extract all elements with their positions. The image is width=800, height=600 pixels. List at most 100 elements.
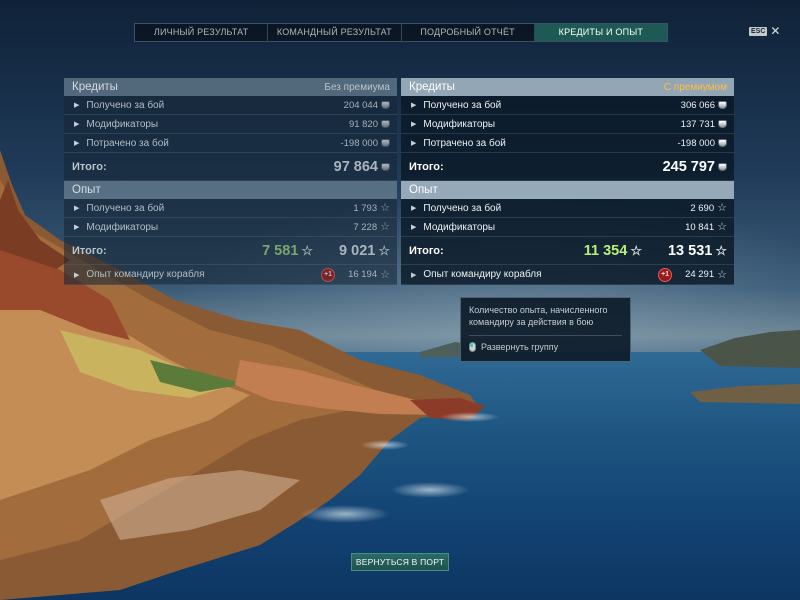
star-icon: ☆ xyxy=(301,242,314,258)
star-icon: ☆ xyxy=(717,268,727,281)
tooltip-divider xyxy=(469,335,622,336)
value-text: 9 021 xyxy=(339,242,376,259)
credits-icon xyxy=(381,139,390,147)
credit-row-modifiers[interactable]: ▶ Модификаторы 137 731 xyxy=(401,115,734,134)
xp-row-earned[interactable]: ▶ Получено за бой 1 793 ☆ xyxy=(64,199,397,218)
credits-header: Кредиты С премиумом xyxy=(401,78,734,96)
xp-row-earned[interactable]: ▶ Получено за бой 2 690 ☆ xyxy=(401,199,734,218)
row-label: Модификаторы xyxy=(423,221,496,233)
value-text: 13 531 xyxy=(667,242,713,259)
xp-row-modifiers[interactable]: ▶ Модификаторы 10 841 ☆ xyxy=(401,218,734,237)
row-value: 306 066 xyxy=(681,100,727,111)
star-icon: ☆ xyxy=(378,242,390,258)
tooltip-expand-hint: Развернуть группу xyxy=(469,342,622,352)
free-xp-total-value: 11 354 ☆ xyxy=(584,243,642,259)
credits-icon xyxy=(381,120,390,128)
value-text: 306 066 xyxy=(680,99,715,111)
triangle-right-icon: ▶ xyxy=(411,121,417,128)
total-label: Итого: xyxy=(409,160,444,173)
esc-close-button[interactable]: ESC ✕ xyxy=(749,25,780,37)
value-text: 137 731 xyxy=(680,118,715,130)
star-icon: ☆ xyxy=(380,268,390,281)
triangle-right-icon: ▶ xyxy=(411,224,417,231)
panel-without-premium: Кредиты Без премиума ▶ Получено за бой 2… xyxy=(64,78,397,285)
row-value: 204 044 xyxy=(344,100,390,111)
xp-total-value: 9 021 ☆ xyxy=(339,243,390,259)
credits-icon xyxy=(381,101,390,109)
triangle-right-icon: ▶ xyxy=(74,140,80,147)
credits-title: Кредиты xyxy=(72,81,118,93)
value-text: 2 690 xyxy=(690,202,715,214)
triangle-right-icon: ▶ xyxy=(74,205,80,212)
credit-row-spent[interactable]: ▶ Потрачено за бой -198 000 xyxy=(401,134,734,153)
credits-icon xyxy=(718,101,727,109)
premium-status-tag: С премиумом xyxy=(663,81,727,93)
xp-total-row: Итого: 11 354 ☆ 13 531 ☆ xyxy=(401,237,734,265)
credits-icon xyxy=(718,162,727,171)
value-text: 1 793 xyxy=(353,202,378,214)
commander-xp-row[interactable]: ▶ Опыт командиру корабля +1 16 194 ☆ xyxy=(64,265,397,285)
value-text: 16 194 xyxy=(348,269,378,280)
triangle-right-icon: ▶ xyxy=(74,224,80,231)
value-text: 24 291 xyxy=(685,269,715,280)
tooltip-text: Количество опыта, начисленного командиру… xyxy=(469,305,608,327)
value-text: 7 228 xyxy=(353,221,378,233)
xp-total-row: Итого: 7 581 ☆ 9 021 ☆ xyxy=(64,237,397,265)
star-icon: ☆ xyxy=(380,202,390,214)
credits-icon xyxy=(718,139,727,147)
premium-status-tag: Без премиума xyxy=(324,81,390,93)
credits-total-value: 245 797 xyxy=(663,159,727,175)
esc-key-label: ESC xyxy=(749,27,768,36)
xp-title: Опыт xyxy=(72,184,101,196)
commander-xp-row[interactable]: ▶ Опыт командиру корабля +1 24 291 ☆ xyxy=(401,265,734,285)
row-label: Получено за бой xyxy=(423,99,502,111)
row-value: -198 000 xyxy=(677,138,727,149)
row-value: 91 820 xyxy=(349,119,390,130)
credit-row-spent[interactable]: ▶ Потрачено за бой -198 000 xyxy=(64,134,397,153)
xp-header: Опыт xyxy=(401,181,734,199)
credits-total-row: Итого: 245 797 xyxy=(401,153,734,181)
triangle-right-icon: ▶ xyxy=(411,102,417,109)
credits-icon xyxy=(718,120,727,128)
row-label: Модификаторы xyxy=(86,221,159,233)
tab-personal-result[interactable]: ЛИЧНЫЙ РЕЗУЛЬТАТ xyxy=(135,24,269,41)
tab-detailed-report[interactable]: ПОДРОБНЫЙ ОТЧЁТ xyxy=(402,24,535,41)
mouse-icon xyxy=(469,342,476,352)
credit-row-earned[interactable]: ▶ Получено за бой 306 066 xyxy=(401,96,734,115)
credits-total-row: Итого: 97 864 xyxy=(64,153,397,181)
star-icon: ☆ xyxy=(715,242,727,258)
value-text: 7 581 xyxy=(262,242,299,259)
credits-total-value: 97 864 xyxy=(334,159,390,175)
row-label: Потрачено за бой xyxy=(423,137,506,149)
credits-header: Кредиты Без премиума xyxy=(64,78,397,96)
tab-team-result[interactable]: КОМАНДНЫЙ РЕЗУЛЬТАТ xyxy=(268,24,402,41)
value-text: 91 820 xyxy=(348,118,378,130)
xp-row-modifiers[interactable]: ▶ Модификаторы 7 228 ☆ xyxy=(64,218,397,237)
credits-icon xyxy=(381,162,390,171)
row-label: Модификаторы xyxy=(423,118,496,130)
value-text: -198 000 xyxy=(677,137,715,149)
value-text: 97 864 xyxy=(333,158,378,175)
triangle-right-icon: ▶ xyxy=(74,102,80,109)
row-label: Получено за бой xyxy=(423,202,502,214)
triangle-right-icon: ▶ xyxy=(411,140,417,147)
credit-row-earned[interactable]: ▶ Получено за бой 204 044 xyxy=(64,96,397,115)
value-text: -198 000 xyxy=(340,137,378,149)
star-icon: ☆ xyxy=(630,242,642,258)
row-value: 16 194 ☆ xyxy=(348,269,390,280)
row-value: 7 228 ☆ xyxy=(353,222,390,233)
tab-credits-and-xp[interactable]: КРЕДИТЫ И ОПЫТ xyxy=(534,24,667,41)
total-label: Итого: xyxy=(409,244,444,257)
row-value: 24 291 ☆ xyxy=(685,269,727,280)
row-value: 2 690 ☆ xyxy=(690,203,727,214)
commander-bonus-badge: +1 xyxy=(658,267,673,282)
total-label: Итого: xyxy=(72,244,107,257)
xp-total-value: 13 531 ☆ xyxy=(668,243,727,259)
row-value: 10 841 ☆ xyxy=(685,222,727,233)
total-label: Итого: xyxy=(72,160,107,173)
row-label: Потрачено за бой xyxy=(86,137,169,149)
credit-row-modifiers[interactable]: ▶ Модификаторы 91 820 xyxy=(64,115,397,134)
return-to-port-button[interactable]: ВЕРНУТЬСЯ В ПОРТ xyxy=(351,553,449,571)
star-icon: ☆ xyxy=(717,221,727,233)
value-text: 204 044 xyxy=(343,99,378,111)
